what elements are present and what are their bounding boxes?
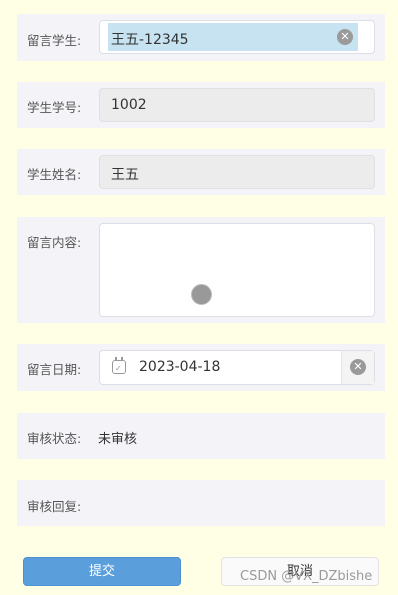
submit-button[interactable]: 提交: [23, 557, 181, 586]
student-no-value: 1002: [111, 97, 147, 113]
clear-circle-icon[interactable]: ✕: [337, 29, 353, 45]
student-select[interactable]: 王五-12345 ✕: [99, 20, 375, 54]
calendar-icon: ✓: [112, 357, 126, 374]
reply-label: 审核回复:: [27, 499, 82, 514]
student-name-value: 王五: [111, 167, 139, 183]
content-textarea[interactable]: [99, 223, 375, 317]
student-label: 留言学生:: [27, 33, 82, 48]
date-label: 留言日期:: [27, 362, 82, 377]
watermark: CSDN @VX_DZbishe: [240, 569, 373, 584]
clear-circle-icon[interactable]: ✕: [350, 359, 366, 375]
student-no-field[interactable]: 1002: [99, 88, 375, 122]
date-clear-area[interactable]: ✕: [341, 351, 374, 384]
content-label: 留言内容:: [27, 235, 82, 250]
cursor-dot: [191, 284, 212, 305]
student-no-label: 学生学号:: [27, 100, 82, 115]
form-row-student-no: 学生学号: 1002: [17, 82, 385, 128]
student-select-value: 王五-12345: [111, 32, 189, 48]
form-row-student: 留言学生: 王五-12345 ✕: [17, 14, 385, 61]
form-row-student-name: 学生姓名: 王五: [17, 149, 385, 195]
student-name-field[interactable]: 王五: [99, 155, 375, 189]
form-row-reply: 审核回复:: [17, 480, 385, 526]
status-label: 审核状态:: [27, 431, 82, 446]
form-row-date: 留言日期: ✓ 2023-04-18 ✕: [17, 344, 385, 391]
student-name-label: 学生姓名:: [27, 167, 82, 182]
status-value: 未审核: [98, 432, 138, 447]
date-value: 2023-04-18: [139, 359, 221, 375]
date-picker[interactable]: ✓ 2023-04-18 ✕: [99, 350, 375, 385]
form-row-content: 留言内容:: [17, 217, 385, 323]
form-row-status: 审核状态: 未审核: [17, 413, 385, 459]
